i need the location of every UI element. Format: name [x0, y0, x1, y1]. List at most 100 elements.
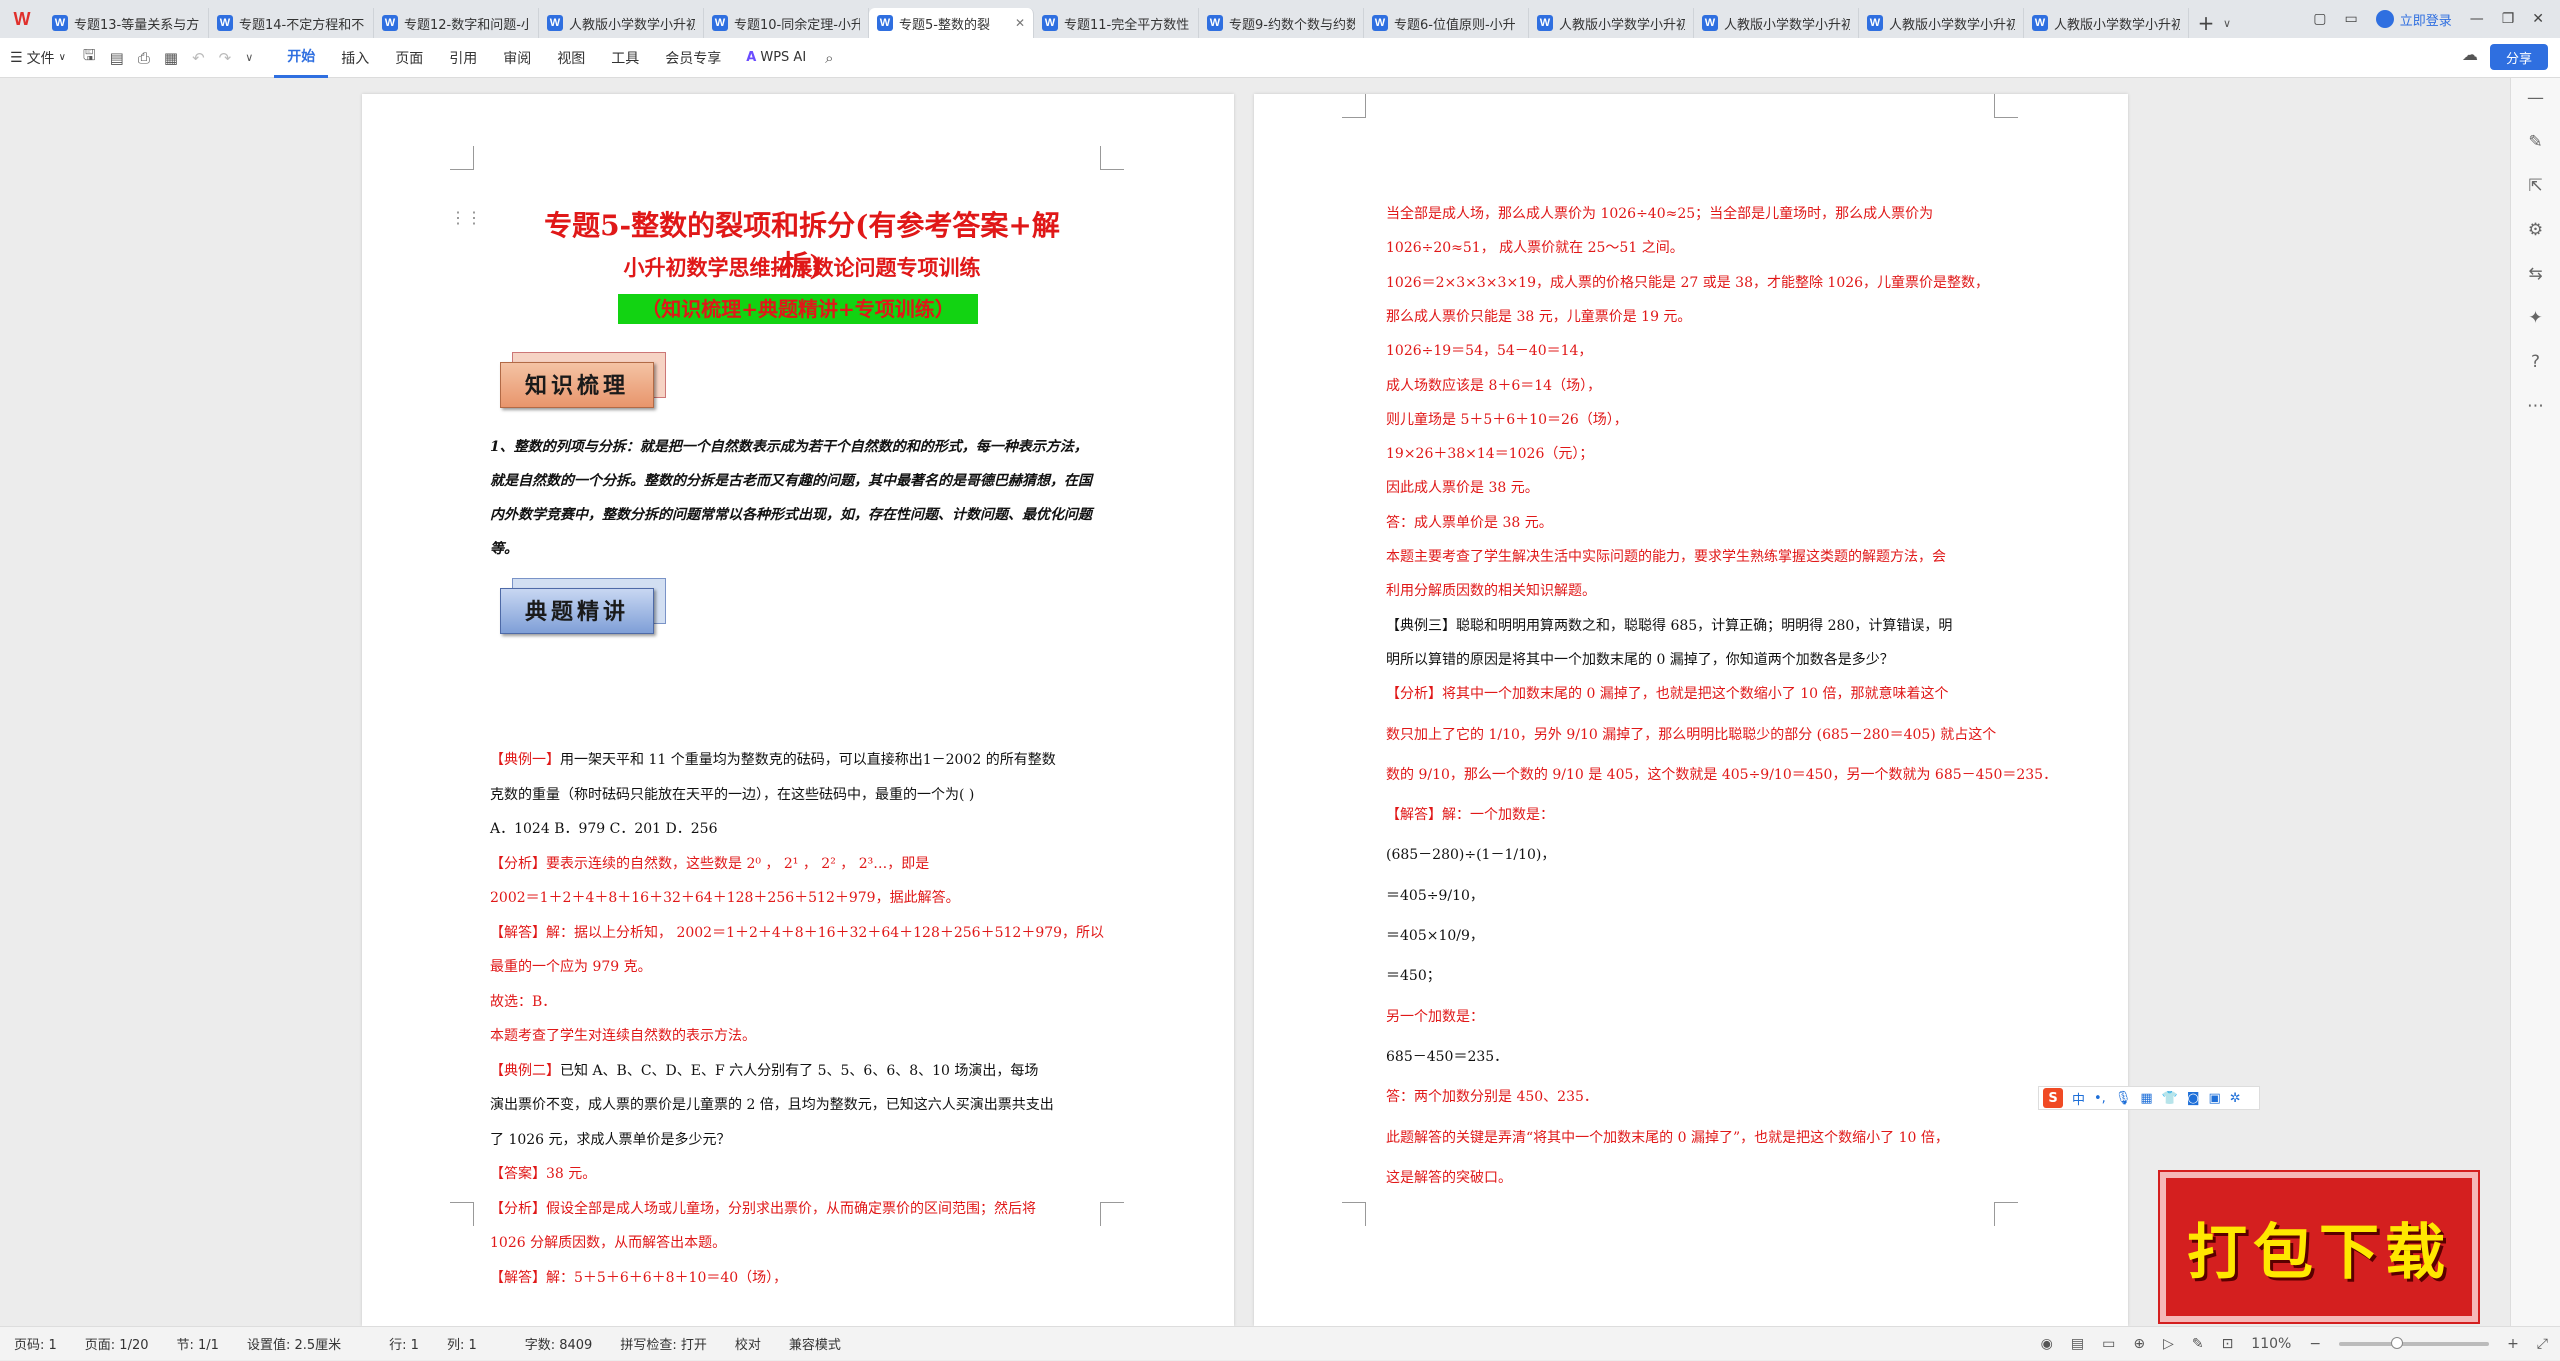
- line-text: 演出票价不变，成人票的票价是儿童票的 2 倍，且均为整数元，已知这六人买演出票共…: [490, 1097, 1054, 1113]
- settings-icon[interactable]: ⚙: [2528, 220, 2543, 240]
- zoom-level[interactable]: 110%: [2251, 1336, 2291, 1352]
- zoom-slider[interactable]: [2339, 1337, 2490, 1349]
- zoom-in-icon[interactable]: +: [2507, 1336, 2519, 1352]
- doc-tab[interactable]: W 人教版小学数学小升初: [1859, 8, 2024, 38]
- zoom-slider-knob[interactable]: [2391, 1337, 2404, 1349]
- undo-icon[interactable]: ↶: [185, 49, 212, 67]
- margin-mark: [1100, 1202, 1124, 1226]
- doc-tab[interactable]: W 人教版小学数学小升初: [1694, 8, 1859, 38]
- drag-handle-icon[interactable]: ⋮⋮: [450, 208, 482, 227]
- page1-text-line: 【典例二】已知 A、B、C、D、E、F 六人分别有了 5、5、6、6、8、10 …: [490, 1061, 1038, 1081]
- status-proof[interactable]: 校对: [721, 1334, 775, 1353]
- doc-tab[interactable]: W 专题13-等量关系与方: [44, 8, 209, 38]
- status-pages[interactable]: 页面: 1/20: [71, 1334, 163, 1353]
- search-icon[interactable]: ⌕: [818, 49, 840, 67]
- doc-tab-label: 专题5-整数的裂: [899, 17, 990, 33]
- eye-protect-icon[interactable]: ◉: [2041, 1336, 2053, 1352]
- print-icon[interactable]: ⎙: [131, 49, 157, 67]
- write-mode-icon[interactable]: ✎: [2192, 1336, 2204, 1352]
- status-spellcheck[interactable]: 拼写检查: 打开: [606, 1334, 721, 1353]
- margin-mark: [450, 146, 474, 170]
- doc-tab[interactable]: W 专题11-完全平方数性: [1034, 8, 1199, 38]
- export-pdf-icon[interactable]: ▤: [103, 49, 131, 67]
- print-preview-icon[interactable]: ▦: [157, 49, 185, 67]
- punctuation-icon[interactable]: •,: [2094, 1091, 2106, 1106]
- apps-icon[interactable]: ▣: [2208, 1091, 2220, 1106]
- ribbon-tab[interactable]: 引用: [436, 38, 490, 78]
- ribbon-tab[interactable]: 会员专享: [652, 38, 734, 78]
- game-icon[interactable]: ◙: [2187, 1091, 2200, 1106]
- select-icon[interactable]: ⇱: [2528, 176, 2542, 196]
- doc-tab[interactable]: W 专题12-数字和问题-小: [374, 8, 539, 38]
- page1-text-line: 1026 分解质因数，从而解答出本题。: [490, 1233, 726, 1253]
- status-setting[interactable]: 设置值: 2.5厘米: [233, 1334, 355, 1353]
- save-icon[interactable]: 🖫: [76, 45, 103, 70]
- banner-examples-label: 典题精讲: [500, 588, 654, 634]
- login-button[interactable]: 立即登录: [2375, 10, 2452, 29]
- tab-list-chevron-icon[interactable]: ∨: [2223, 8, 2243, 38]
- status-compat-mode[interactable]: 兼容模式: [775, 1334, 855, 1353]
- read-mode-icon[interactable]: ▷: [2163, 1336, 2174, 1352]
- ribbon-tab[interactable]: 开始: [274, 38, 329, 78]
- document-page-1[interactable]: ⋮⋮ 专题5-整数的裂项和拆分(有参考答案+解析) 小升初数学思维拓展数论问题专…: [362, 94, 1234, 1326]
- settings-icon[interactable]: ✲: [2230, 1091, 2241, 1106]
- outline-icon[interactable]: ▤: [2071, 1336, 2084, 1352]
- doc-tab[interactable]: W 人教版小学数学小升初: [1529, 8, 1694, 38]
- translate-icon[interactable]: ⇆: [2528, 264, 2542, 284]
- ribbon-tab[interactable]: 工具: [598, 38, 652, 78]
- skin-icon[interactable]: 👕: [2162, 1091, 2178, 1106]
- doc-tab[interactable]: W 专题14-不定方程和不: [209, 8, 374, 38]
- ribbon-tab[interactable]: 页面: [382, 38, 436, 78]
- customize-chevron-icon[interactable]: ∨: [238, 51, 260, 64]
- doc-tab[interactable]: W 专题6-位值原则-小升: [1364, 8, 1529, 38]
- ribbon-tab[interactable]: 视图: [544, 38, 598, 78]
- close-icon[interactable]: ✕: [2532, 11, 2544, 27]
- doc-tab[interactable]: W 人教版小学数学小升初: [539, 8, 704, 38]
- microphone-icon[interactable]: 🎙: [2115, 1091, 2132, 1106]
- collapse-icon[interactable]: —: [2527, 88, 2544, 108]
- status-section[interactable]: 节: 1/1: [163, 1334, 233, 1353]
- page-view-icon[interactable]: ▭: [2102, 1336, 2115, 1352]
- edit-icon[interactable]: ✎: [2528, 132, 2542, 152]
- minimize-icon[interactable]: —: [2470, 11, 2484, 27]
- more-icon[interactable]: ⋯: [2527, 396, 2544, 416]
- wps-ai-label: WPS AI: [760, 50, 807, 65]
- web-view-icon[interactable]: ⊕: [2133, 1336, 2145, 1352]
- status-col[interactable]: 列: 1: [433, 1334, 491, 1353]
- zoom-out-icon[interactable]: −: [2309, 1336, 2321, 1352]
- layout-icon[interactable]: ▢: [2313, 11, 2326, 27]
- status-page-code[interactable]: 页码: 1: [0, 1334, 71, 1353]
- doc-tab[interactable]: W 专题5-整数的裂 ✕: [869, 8, 1034, 38]
- page2-text-line: 数只加上了它的 1/10，另外 9/10 漏掉了，那么明明比聪聪少的部分 (68…: [1386, 726, 1997, 743]
- doc-tab[interactable]: W 专题10-同余定理-小升: [704, 8, 869, 38]
- fullscreen-icon[interactable]: ⤢: [2537, 1336, 2548, 1352]
- ribbon-tab[interactable]: 审阅: [490, 38, 544, 78]
- ime-mode-label[interactable]: 中: [2072, 1089, 2085, 1108]
- restore-icon[interactable]: ❐: [2502, 11, 2515, 27]
- margin-mark: [1342, 94, 1366, 118]
- doc-tab[interactable]: W 专题9-约数个数与约数: [1199, 8, 1364, 38]
- help-icon[interactable]: ?: [2531, 352, 2540, 372]
- status-row[interactable]: 行: 1: [375, 1334, 433, 1353]
- doc-tab[interactable]: W 人教版小学数学小升初: [2024, 8, 2189, 38]
- file-menu-button[interactable]: ☰ 文件 ∨: [0, 48, 76, 68]
- wps-logo-icon[interactable]: W: [0, 0, 44, 38]
- close-tab-icon[interactable]: ✕: [1015, 16, 1025, 30]
- ribbon-tab[interactable]: 插入: [328, 38, 382, 78]
- share-button[interactable]: 分享: [2490, 44, 2548, 70]
- page2-text-line: 当全部是成人场，那么成人票价为 1026÷40≈25；当全部是儿童场时，那么成人…: [1386, 206, 1934, 222]
- keyboard-icon[interactable]: ▦: [2140, 1091, 2152, 1106]
- new-tab-button[interactable]: +: [2189, 8, 2223, 38]
- download-badge[interactable]: 打包下载: [2158, 1170, 2480, 1324]
- wps-ai-button[interactable]: A WPS AI: [734, 50, 818, 65]
- cloud-sync-icon[interactable]: ☁: [2462, 45, 2478, 64]
- document-page-2[interactable]: 当全部是成人场，那么成人票价为 1026÷40≈25；当全部是儿童场时，那么成人…: [1254, 94, 2128, 1326]
- ime-toolbar[interactable]: S 中 •, 🎙 ▦ 👕 ◙ ▣ ✲: [2038, 1086, 2260, 1110]
- fit-width-icon[interactable]: ⊡: [2222, 1336, 2234, 1352]
- magic-icon[interactable]: ✦: [2528, 308, 2542, 328]
- status-word-count[interactable]: 字数: 8409: [511, 1334, 607, 1353]
- pin-icon[interactable]: ▭: [2344, 11, 2357, 27]
- knowledge-paragraph: 1、整数的列项与分拆：就是把一个自然数表示成为若干个自然数的和的形式，每一种表示…: [490, 430, 1098, 566]
- page1-text-line: 【典例一】用一架天平和 11 个重量均为整数克的砝码，可以直接称出1－2002 …: [490, 750, 1056, 770]
- redo-icon[interactable]: ↷: [212, 49, 239, 67]
